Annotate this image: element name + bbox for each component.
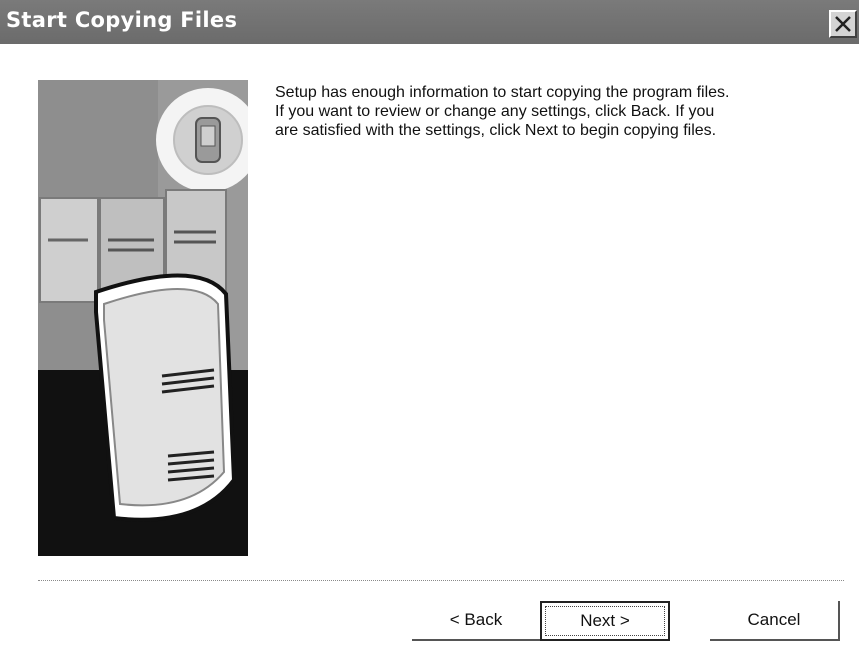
footer-separator — [38, 580, 844, 581]
back-button-label: < Back — [449, 610, 503, 629]
cancel-button[interactable]: Cancel — [710, 601, 840, 641]
back-button[interactable]: < Back — [412, 601, 542, 641]
message-line: Setup has enough information to start co… — [275, 84, 730, 101]
message-line: are satisfied with the settings, click N… — [275, 122, 717, 139]
cancel-button-label: Cancel — [747, 610, 801, 629]
setup-illustration — [38, 80, 260, 556]
setup-message: Setup has enough information to start co… — [275, 83, 845, 140]
setup-dialog: Start Copying Files Setup has enough inf… — [0, 0, 859, 650]
title-bar[interactable]: Start Copying Files — [0, 0, 859, 44]
server-computers-illustration — [38, 80, 260, 556]
close-icon — [835, 16, 851, 32]
focus-ring — [545, 606, 665, 636]
dialog-title: Start Copying Files — [6, 8, 238, 32]
close-button[interactable] — [829, 10, 857, 38]
message-line: If you want to review or change any sett… — [275, 103, 715, 120]
next-button[interactable]: Next > — [540, 601, 670, 641]
